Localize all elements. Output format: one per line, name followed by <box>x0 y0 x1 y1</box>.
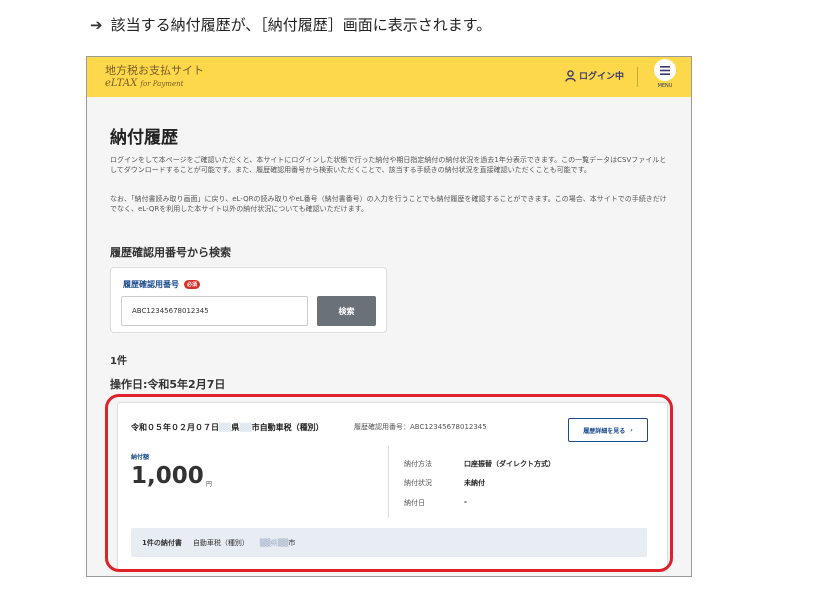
header-divider <box>637 67 638 87</box>
search-panel: 履歴確認用番号 必須 検索 <box>110 267 387 333</box>
caption: ➔ 該当する納付履歴が、［納付履歴］画面に表示されます。 <box>90 14 491 35</box>
field-label-text: 履歴確認用番号 <box>123 280 179 289</box>
hamburger-icon <box>660 65 670 75</box>
site-header: 地方税お支払サイト eLTAX for Payment ログイン中 MENU <box>87 57 691 97</box>
menu-button[interactable]: MENU <box>651 59 679 95</box>
arrow-right-icon: ➔ <box>90 15 103 34</box>
page-title: 納付履歴 <box>110 128 178 148</box>
site-brand[interactable]: 地方税お支払サイト eLTAX for Payment <box>105 62 204 89</box>
search-section-title: 履歴確認用番号から検索 <box>110 246 231 259</box>
logo-sub: for Payment <box>140 80 184 88</box>
search-field-label: 履歴確認用番号 必須 <box>123 279 201 290</box>
history-id-input[interactable] <box>121 296 308 326</box>
caption-text: 該当する納付履歴が、［納付履歴］画面に表示されます。 <box>110 16 492 34</box>
user-icon <box>565 69 576 82</box>
login-status[interactable]: ログイン中 <box>565 69 624 82</box>
operation-date: 操作日:令和5年2月7日 <box>110 378 226 391</box>
site-title: 地方税お支払サイト <box>105 64 204 77</box>
required-badge: 必須 <box>184 280 201 289</box>
logo-text: eLTAX <box>105 78 138 89</box>
page-description: ログインをして本ページをご確認いただくと、本サイトにログインした状態で行った納付… <box>110 156 667 174</box>
eltax-logo: eLTAX for Payment <box>105 78 204 89</box>
highlight-outline <box>105 394 673 572</box>
page-note: なお、「納付書読み取り画面」に戻り、eL-QRの読み取りやeL番号（納付書番号）… <box>110 195 667 213</box>
search-button[interactable]: 検索 <box>317 296 376 326</box>
menu-label: MENU <box>657 83 673 89</box>
result-count: 1件 <box>110 356 127 367</box>
login-label: ログイン中 <box>579 72 625 82</box>
